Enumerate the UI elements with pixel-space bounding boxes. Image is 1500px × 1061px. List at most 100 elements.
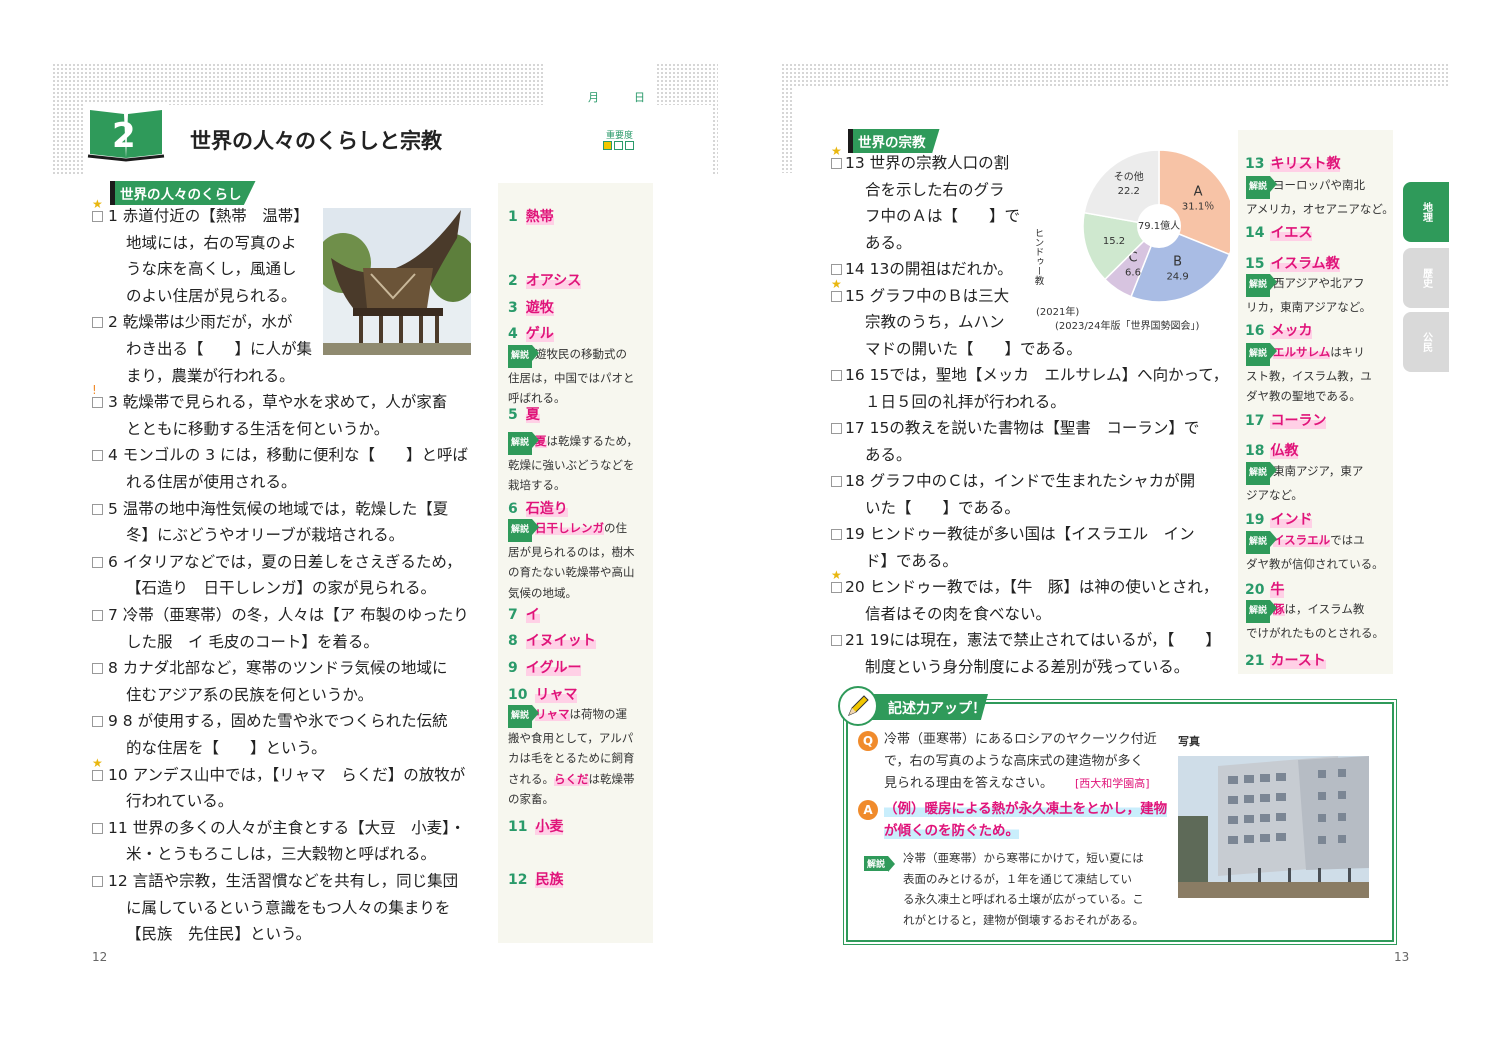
- question-line: 15 グラフ中のＢは三大: [845, 286, 1010, 305]
- question-checkbox[interactable]: [92, 317, 103, 329]
- question-line: 20 ヒンドゥー教では，【牛 豚】は神の使いとされ，: [845, 578, 1219, 596]
- question-line: 制度という身分制度による差別が残っている。: [865, 657, 1190, 676]
- answer-2: 2 オアシス: [508, 273, 582, 289]
- writeup-question: 冷帯（亜寒帯）にあるロシアのヤクーツク付近 で，右の写真のような高床式の建造物が…: [884, 732, 1157, 791]
- star-icon: ★: [831, 568, 842, 582]
- question-checkbox[interactable]: [831, 370, 842, 381]
- question-checkbox[interactable]: [92, 663, 103, 675]
- importance-rating: [603, 141, 634, 150]
- question-checkbox[interactable]: [831, 423, 842, 434]
- question-line: いた【 】である。: [865, 498, 1020, 517]
- star-icon: ★: [831, 144, 842, 158]
- right-page-number: 13: [1394, 950, 1410, 964]
- pie-slice-label: その他: [1114, 170, 1144, 183]
- question-line: 7 冷帯（亜寒帯）の冬，人々は【ア 布製のゆったり: [108, 606, 469, 624]
- question-checkbox[interactable]: [92, 769, 103, 781]
- answer-4: 4 ゲル: [508, 326, 554, 342]
- question-checkbox[interactable]: [92, 876, 103, 887]
- tab-history[interactable]: 歴史: [1403, 248, 1449, 308]
- question-line: 4 モンゴルの 3 には，移動に便利な【 】と呼ば: [108, 446, 469, 465]
- star-icon: ★: [92, 197, 103, 211]
- question-checkbox[interactable]: [831, 582, 842, 593]
- answer-3: 3 遊牧: [508, 300, 554, 316]
- question-checkbox[interactable]: [831, 529, 842, 540]
- warning-icon: !: [92, 383, 97, 398]
- answer-11: 11 小麦: [508, 819, 564, 835]
- question-checkbox[interactable]: [92, 556, 103, 568]
- pie-slice-label: ヒンドゥー教: [1033, 228, 1045, 286]
- note-10: 解説 リャマは荷物の運 搬や食用として，アルパ カは毛をとるために飼育 される。らくだは…: [508, 705, 635, 806]
- answer-13: 13 キリスト教: [1245, 156, 1341, 172]
- question-line: 【石造り 日干しレンガ】の家が見られる。: [126, 579, 437, 598]
- question-line: 17 15の教えを説いた書物は【聖書 コーラン】で: [845, 419, 1200, 437]
- answer-8: 8 イヌイット: [508, 633, 596, 649]
- tab-civics[interactable]: 公民: [1403, 312, 1449, 372]
- question-line: 14 13の開祖はだれか。: [845, 260, 1013, 278]
- answer-21: 21 カースト: [1245, 653, 1326, 669]
- question-line: 12 言語や宗教，生活習慣などを共有し，同じ集団: [108, 872, 459, 890]
- question-checkbox[interactable]: [92, 716, 103, 728]
- right-header-pattern: [781, 63, 1449, 87]
- question-checkbox[interactable]: [831, 635, 842, 646]
- question-line: 冬】にぶどうやオリーブが栽培される。: [126, 526, 405, 545]
- tab-geography[interactable]: 地理: [1403, 182, 1449, 242]
- question-line: 5 温帯の地中海性気候の地域では，乾燥した【夏: [108, 499, 449, 518]
- question-line: 11 世界の多くの人々が主食とする【大豆 小麦】・: [108, 818, 466, 837]
- question-line: １日５回の礼拝が行われる。: [865, 392, 1066, 411]
- question-checkbox[interactable]: [831, 290, 842, 302]
- pie-slice-label: B: [1173, 254, 1182, 269]
- note-4: 解説 遊牧民の移動式の 住居は，中国ではパオと 呼ばれる。: [508, 345, 635, 405]
- question-line: わき出る【 】に人が集: [126, 340, 313, 358]
- note-19: 解説 イスラエルではユ ダヤ教が信仰されている。: [1246, 531, 1384, 571]
- question-checkbox[interactable]: [92, 503, 103, 515]
- question-line: 地域には，右の写真のよ: [126, 233, 297, 252]
- question-line: 8 カナダ北部など，寒帯のツンドラ気候の地域に: [108, 659, 448, 678]
- question-line: のよい住居が見られる。: [126, 286, 297, 305]
- star-icon: ★: [92, 755, 103, 770]
- question-line: ある。: [865, 445, 912, 464]
- question-checkbox[interactable]: [92, 397, 103, 409]
- question-checkbox[interactable]: [92, 610, 103, 621]
- question-checkbox[interactable]: [831, 476, 842, 487]
- question-line: 1 赤道付近の【熱帯 温帯】: [108, 207, 309, 225]
- chapter-number: 2: [112, 116, 136, 156]
- chart-year: (2021年): [1036, 307, 1080, 318]
- answer-20: 20 牛: [1245, 582, 1285, 598]
- question-checkbox[interactable]: [92, 822, 103, 834]
- left-section-title: 世界の人々のくらし: [110, 181, 256, 205]
- question-line: 米・とうもろこしは，三大穀物と呼ばれる。: [126, 845, 437, 864]
- question-checkbox[interactable]: [831, 158, 842, 169]
- question-line: 2 乾燥帯は少雨だが，水が: [108, 313, 293, 332]
- question-line: 13 世界の宗教人口の割: [845, 154, 1010, 172]
- question-line: 的な住居を【 】という。: [126, 739, 327, 757]
- importance-label: 重要度: [606, 131, 634, 141]
- question-source: [西大和学園高]: [1075, 777, 1150, 790]
- pie-value-label: 15.2: [1103, 236, 1125, 247]
- star-icon: ★: [831, 276, 842, 291]
- answer-19: 19 インド: [1245, 512, 1313, 528]
- note-6: 解説 日干しレンガの住 居が見られるのは，樹木 の育たない乾燥帯や高山 気候の地域。: [508, 519, 635, 600]
- question-line: とともに移動する生活を何というか。: [126, 419, 390, 438]
- question-line: 宗教のうち，ムハン: [865, 313, 1005, 331]
- answer-16: 16 メッカ: [1245, 323, 1313, 339]
- question-checkbox[interactable]: [92, 211, 103, 222]
- question-line: ド】である。: [865, 551, 958, 570]
- pie-slice-label: A: [1194, 185, 1203, 200]
- question-checkbox[interactable]: [831, 264, 842, 275]
- question-line: まり，農業が行われる。: [126, 366, 295, 385]
- question-line: マドの開いた【 】である。: [865, 339, 1082, 358]
- answer-9: 9 イグルー: [508, 660, 582, 676]
- answer-7: 7イ: [508, 607, 540, 623]
- pie-value-label: 22.2: [1118, 186, 1140, 197]
- question-line: 6 イタリアなどでは，夏の日差しをさえぎるため，: [108, 552, 462, 571]
- stilt-house-photo: [315, 208, 479, 355]
- right-header-side: [781, 63, 793, 173]
- answer-14: 14 イエス: [1245, 225, 1313, 241]
- question-line: 住むアジア系の民族を何というか。: [126, 685, 374, 704]
- question-line: うな床を高くし，風通し: [126, 260, 297, 279]
- chart-source: (2023/24年版「世界国勢図会」): [1055, 321, 1200, 332]
- day-label: 日: [634, 91, 645, 104]
- question-line: フ中のＡは【 】で: [865, 207, 1021, 225]
- question-line: ある。: [865, 233, 912, 252]
- question-checkbox[interactable]: [92, 450, 103, 462]
